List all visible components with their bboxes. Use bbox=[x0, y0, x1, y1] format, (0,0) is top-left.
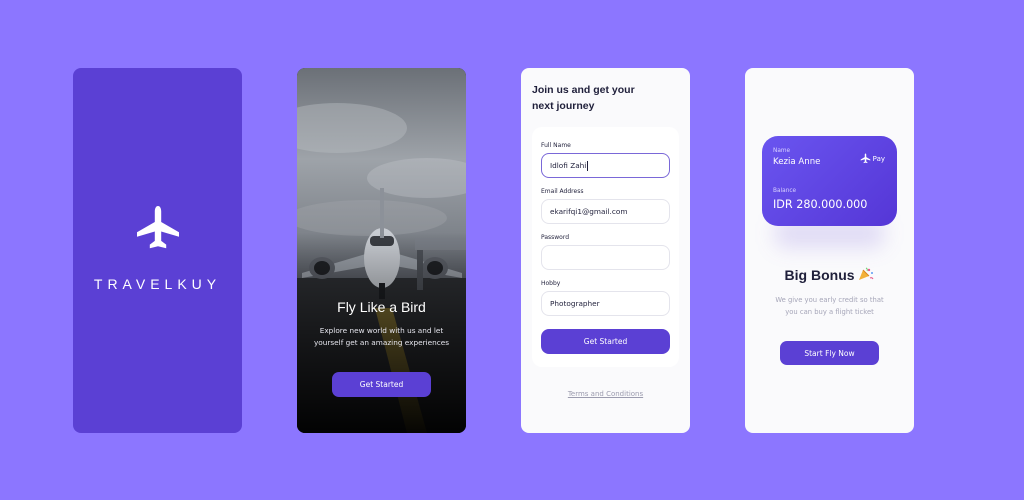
card-name-label: Name bbox=[773, 148, 791, 154]
pay-label: Pay bbox=[872, 154, 885, 163]
full-name-field[interactable]: Idlofi Zahi bbox=[541, 153, 670, 178]
full-name-label: Full Name bbox=[541, 142, 571, 149]
get-started-button[interactable]: Get Started bbox=[332, 372, 431, 397]
email-label: Email Address bbox=[541, 188, 584, 195]
pay-logo: Pay bbox=[860, 153, 885, 164]
onboarding-title: Fly Like a Bird bbox=[337, 299, 426, 315]
airplane-icon bbox=[136, 206, 179, 249]
hobby-value: Photographer bbox=[550, 299, 600, 308]
onboarding-screen: Fly Like a Bird Explore new world with u… bbox=[297, 68, 466, 433]
signup-get-started-button[interactable]: Get Started bbox=[541, 329, 670, 354]
hobby-label: Hobby bbox=[541, 280, 561, 287]
brand-name: TRAVELKUY bbox=[93, 276, 222, 292]
splash-screen: TRAVELKUY bbox=[73, 68, 242, 433]
airplane-icon bbox=[860, 153, 870, 164]
card-name-value: Kezia Anne bbox=[773, 157, 821, 167]
onboarding-subtitle: Explore new world with us and let yourse… bbox=[313, 326, 450, 347]
text-caret bbox=[587, 160, 589, 171]
payment-card: Name Kezia Anne Pay Balance IDR 280.000.… bbox=[762, 136, 897, 226]
hobby-field[interactable]: Photographer bbox=[541, 291, 670, 316]
password-label: Password bbox=[541, 234, 570, 241]
start-fly-now-button[interactable]: Start Fly Now bbox=[780, 341, 879, 365]
card-balance-label: Balance bbox=[773, 188, 797, 194]
bonus-screen: Name Kezia Anne Pay Balance IDR 280.000.… bbox=[745, 68, 914, 433]
email-value: ekarifqi1@gmail.com bbox=[550, 207, 628, 216]
bonus-title: Big Bonus bbox=[745, 267, 914, 283]
party-popper-icon bbox=[859, 267, 874, 280]
bonus-title-text: Big Bonus bbox=[784, 267, 855, 283]
password-field[interactable] bbox=[541, 245, 670, 270]
email-field[interactable]: ekarifqi1@gmail.com bbox=[541, 199, 670, 224]
terms-link[interactable]: Terms and Conditions bbox=[521, 390, 690, 398]
signup-form: Full Name Idlofi Zahi Email Address ekar… bbox=[532, 127, 679, 367]
card-balance-value: IDR 280.000.000 bbox=[773, 198, 868, 211]
bonus-description: We give you early credit so that you can… bbox=[775, 296, 884, 316]
signup-heading: Join us and get your next journey bbox=[532, 84, 635, 112]
signup-screen: Join us and get your next journey Full N… bbox=[521, 68, 690, 433]
full-name-value: Idlofi Zahi bbox=[550, 161, 587, 170]
